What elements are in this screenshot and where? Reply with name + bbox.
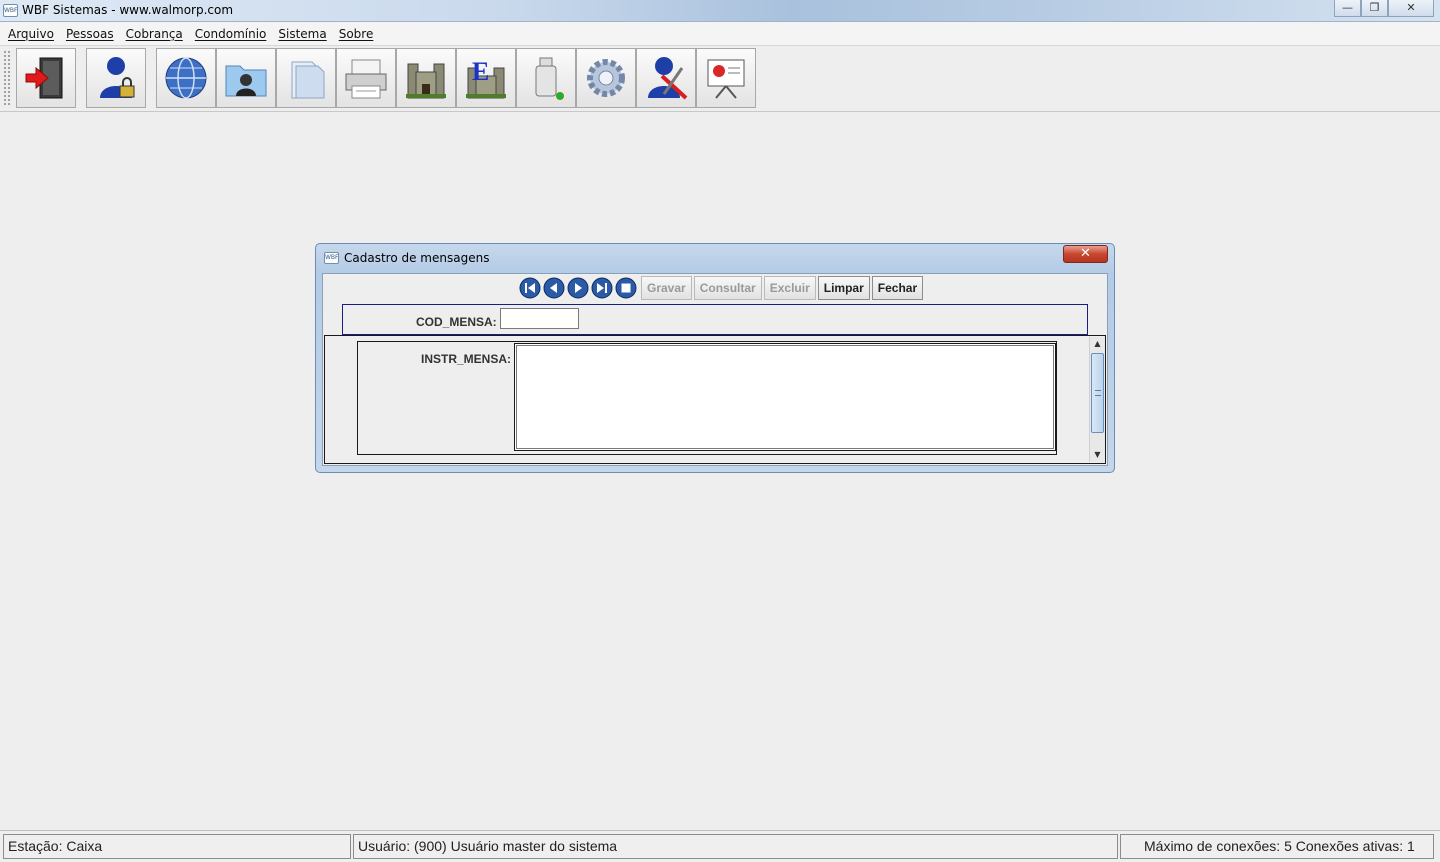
window-title-bar[interactable]: WBF WBF Sistemas - www.walmorp.com — ❐ ✕	[0, 0, 1440, 22]
previous-record-button[interactable]	[543, 277, 565, 299]
menu-condominio[interactable]: Condomínio	[189, 27, 273, 41]
toolbar-castle-e-button[interactable]: E	[456, 48, 516, 108]
status-connections: Máximo de conexões: 5 Conexões ativas: 1	[1120, 834, 1434, 859]
instr-mensa-textarea[interactable]	[514, 343, 1056, 451]
toolbar-user-tools-button[interactable]	[636, 48, 696, 108]
cod-mensa-label: COD_MENSA:	[416, 315, 497, 329]
instr-mensa-value	[516, 345, 1054, 449]
menu-arquivo[interactable]: Arquivo	[2, 27, 60, 41]
gear-icon	[587, 59, 625, 97]
castle-e-icon: E	[466, 57, 506, 99]
scroll-up-arrow-icon[interactable]: ▲	[1090, 337, 1105, 351]
toolbar-usb-button[interactable]	[516, 48, 576, 108]
printer-icon	[345, 59, 387, 99]
status-user: Usuário: (900) Usuário master do sistema	[353, 834, 1118, 859]
menu-bar: Arquivo Pessoas Cobrança Condomínio Sist…	[0, 22, 1440, 46]
dialog-logo-icon: WBF	[324, 252, 339, 264]
toolbar-grip[interactable]	[3, 50, 11, 106]
first-record-button[interactable]	[519, 277, 541, 299]
castle-icon	[406, 63, 446, 99]
contacts-folder-icon	[225, 65, 267, 97]
first-record-icon	[519, 277, 541, 299]
menu-sobre[interactable]: Sobre	[333, 27, 380, 41]
scroll-thumb[interactable]	[1091, 353, 1104, 433]
maximize-button[interactable]: ❐	[1361, 0, 1388, 17]
scroll-down-arrow-icon[interactable]: ▼	[1090, 448, 1105, 462]
dialog-title-bar[interactable]: WBF Cadastro de mensagens ✕	[316, 244, 1114, 272]
usb-drive-icon	[535, 57, 564, 100]
app-logo-icon: WBF	[3, 4, 18, 17]
toolbar-contacts-button[interactable]	[216, 48, 276, 108]
toolbar-globe-button[interactable]	[156, 48, 216, 108]
cod-mensa-input[interactable]	[500, 308, 579, 329]
toolbar: E	[0, 46, 1440, 112]
window-title: WBF Sistemas - www.walmorp.com	[22, 3, 234, 17]
previous-record-icon	[543, 277, 565, 299]
toolbar-presentation-button[interactable]	[696, 48, 756, 108]
fechar-button[interactable]: Fechar	[871, 276, 924, 300]
dialog-body: Gravar Consultar Excluir Limpar Fechar C…	[322, 273, 1108, 466]
dialog-close-button[interactable]: ✕	[1063, 245, 1108, 263]
menu-cobranca[interactable]: Cobrança	[120, 27, 189, 41]
close-button[interactable]: ✕	[1388, 0, 1434, 17]
instructions-panel: INSTR_MENSA:	[357, 341, 1057, 455]
consultar-button[interactable]: Consultar	[693, 276, 762, 300]
toolbar-printer-button[interactable]	[336, 48, 396, 108]
toolbar-exit-button[interactable]	[16, 48, 76, 108]
excluir-button[interactable]: Excluir	[763, 276, 816, 300]
instructions-scroll-panel: INSTR_MENSA: ▲ ▼	[324, 335, 1106, 464]
status-bar: Estação: Caixa Usuário: (900) Usuário ma…	[0, 830, 1440, 862]
presentation-board-icon	[707, 59, 745, 99]
minimize-button[interactable]: —	[1334, 0, 1361, 17]
toolbar-folder-button[interactable]	[276, 48, 336, 108]
toolbar-user-lock-button[interactable]	[86, 48, 146, 108]
next-record-button[interactable]	[567, 277, 589, 299]
stop-button[interactable]	[615, 277, 637, 299]
dialog-title: Cadastro de mensagens	[344, 251, 490, 265]
user-lock-icon	[100, 57, 135, 98]
last-record-button[interactable]	[591, 277, 613, 299]
user-tools-icon	[648, 57, 688, 100]
scroll-thumb-grip	[1095, 390, 1101, 396]
cadastro-mensagens-window: WBF Cadastro de mensagens ✕ Gravar Consu…	[315, 243, 1115, 473]
castle-e-letter: E	[472, 57, 489, 86]
limpar-button[interactable]: Limpar	[817, 276, 870, 300]
folder-icon	[291, 61, 325, 99]
vertical-scrollbar[interactable]: ▲ ▼	[1089, 337, 1105, 462]
menu-sistema[interactable]: Sistema	[272, 27, 332, 41]
code-panel: COD_MENSA:	[342, 304, 1088, 335]
instr-mensa-label: INSTR_MENSA:	[421, 352, 512, 366]
last-record-icon	[591, 277, 613, 299]
exit-door-icon	[25, 57, 63, 99]
next-record-icon	[567, 277, 589, 299]
globe-icon	[165, 57, 207, 99]
status-station: Estação: Caixa	[3, 834, 351, 859]
gravar-button[interactable]: Gravar	[641, 276, 692, 300]
menu-pessoas[interactable]: Pessoas	[60, 27, 120, 41]
record-navigation-bar: Gravar Consultar Excluir Limpar Fechar	[519, 276, 924, 300]
toolbar-castle-button[interactable]	[396, 48, 456, 108]
toolbar-settings-button[interactable]	[576, 48, 636, 108]
stop-icon	[615, 277, 637, 299]
